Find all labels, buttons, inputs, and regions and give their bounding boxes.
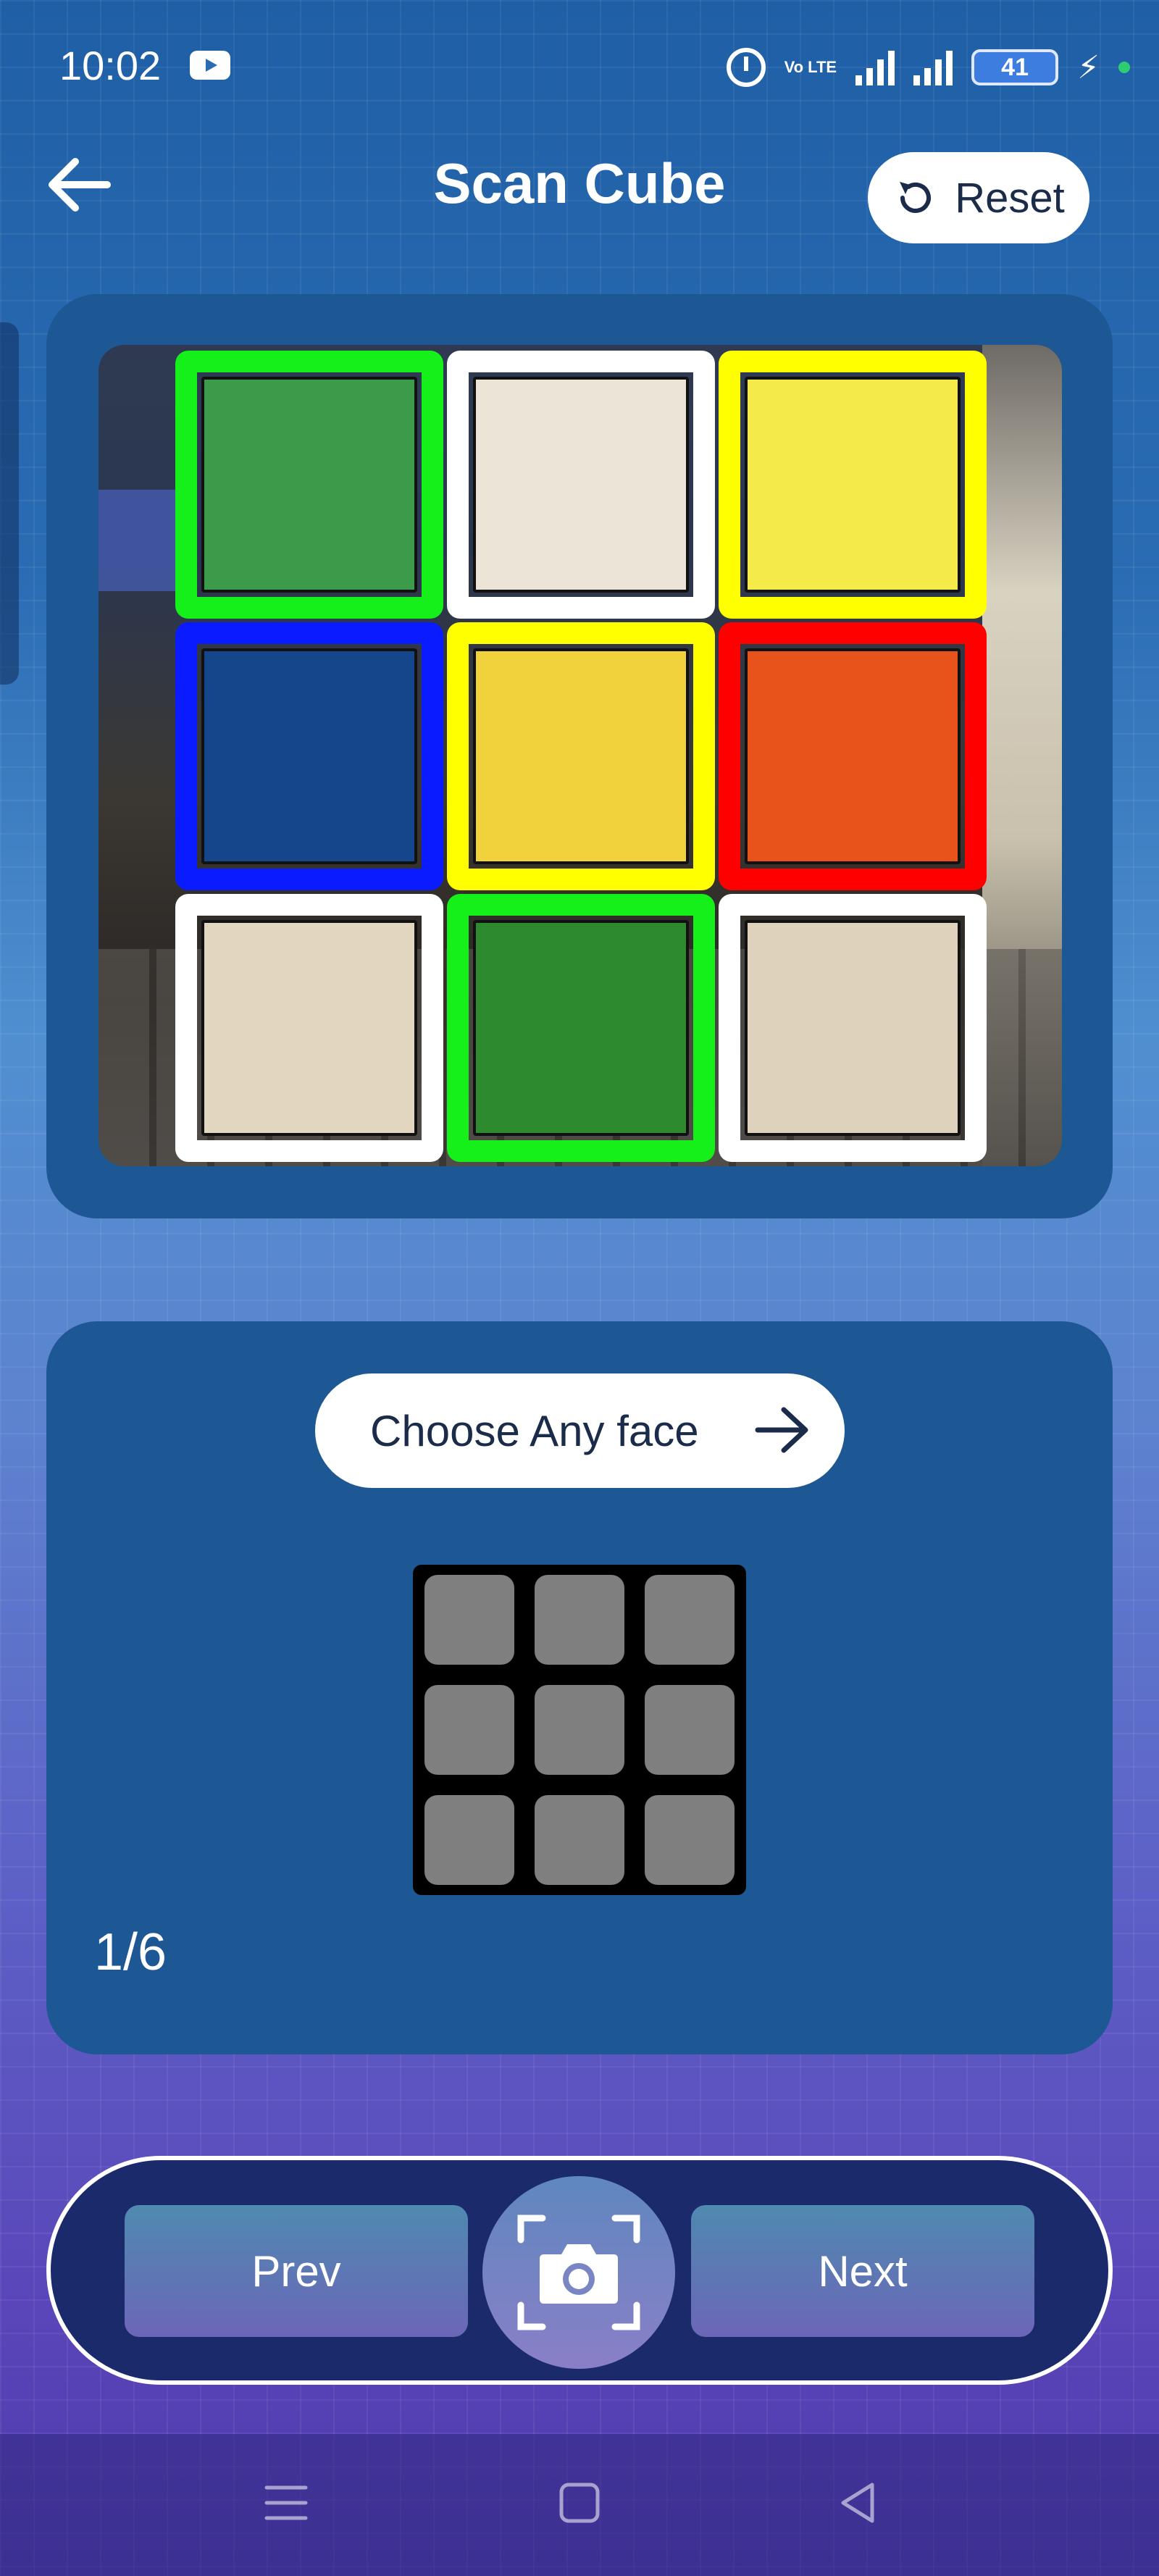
preview-cell	[645, 1685, 735, 1775]
prev-button[interactable]: Prev	[125, 2205, 468, 2337]
sticker-bottom-center	[447, 894, 715, 1162]
signal-icon	[855, 49, 895, 85]
status-icons: Vo LTE 41 ⚡	[726, 42, 1130, 93]
face-preview-grid	[413, 1565, 746, 1895]
choose-face-button[interactable]: Choose Any face	[315, 1373, 845, 1488]
sticker-face	[473, 920, 689, 1136]
reset-icon	[900, 182, 932, 213]
battery-icon: 41	[971, 49, 1059, 85]
charging-icon: ⚡	[1077, 49, 1100, 85]
back-nav-icon[interactable]	[833, 2477, 884, 2528]
status-time: 10:02	[59, 43, 162, 88]
preview-cell	[645, 1795, 735, 1885]
next-button[interactable]: Next	[691, 2205, 1034, 2337]
sticker-face	[745, 648, 961, 864]
recents-icon[interactable]	[261, 2477, 311, 2528]
preview-cell	[424, 1685, 514, 1775]
sticker-center	[447, 622, 715, 890]
signal-icon-2	[913, 49, 953, 85]
reset-button[interactable]: Reset	[868, 152, 1089, 243]
sticker-face	[745, 920, 961, 1136]
preview-cell	[424, 1575, 514, 1665]
alarm-icon	[726, 48, 766, 87]
status-bar: 10:02 Vo LTE 41 ⚡	[0, 0, 1159, 138]
sticker-middle-right	[719, 622, 987, 890]
sticker-top-center	[447, 351, 715, 619]
arrow-right-icon	[755, 1407, 808, 1453]
sticker-face	[473, 648, 689, 864]
sticker-bottom-right	[719, 894, 987, 1162]
active-dot-icon	[1118, 62, 1130, 73]
sticker-middle-left	[175, 622, 443, 890]
sticker-face	[745, 377, 961, 593]
sticker-face	[473, 377, 689, 593]
sticker-top-left	[175, 351, 443, 619]
capture-button[interactable]	[482, 2176, 675, 2369]
cube-scan-overlay	[175, 351, 987, 1162]
side-drawer-handle[interactable]	[0, 322, 19, 685]
preview-cell	[535, 1575, 624, 1665]
sticker-face	[201, 920, 417, 1136]
home-icon[interactable]	[554, 2477, 605, 2528]
sticker-face	[201, 648, 417, 864]
preview-cell	[424, 1795, 514, 1885]
choose-face-label: Choose Any face	[370, 1406, 699, 1455]
volte-indicator: Vo LTE	[784, 58, 837, 76]
camera-icon	[517, 2215, 640, 2330]
youtube-notification-icon	[190, 51, 230, 80]
sticker-top-right	[719, 351, 987, 619]
sticker-face	[201, 377, 417, 593]
preview-cell	[535, 1795, 624, 1885]
face-counter: 1/6	[94, 1923, 167, 1981]
sticker-bottom-left	[175, 894, 443, 1162]
camera-background-light	[99, 490, 185, 591]
preview-cell	[645, 1575, 735, 1665]
preview-cell	[535, 1685, 624, 1775]
reset-label: Reset	[955, 174, 1065, 222]
